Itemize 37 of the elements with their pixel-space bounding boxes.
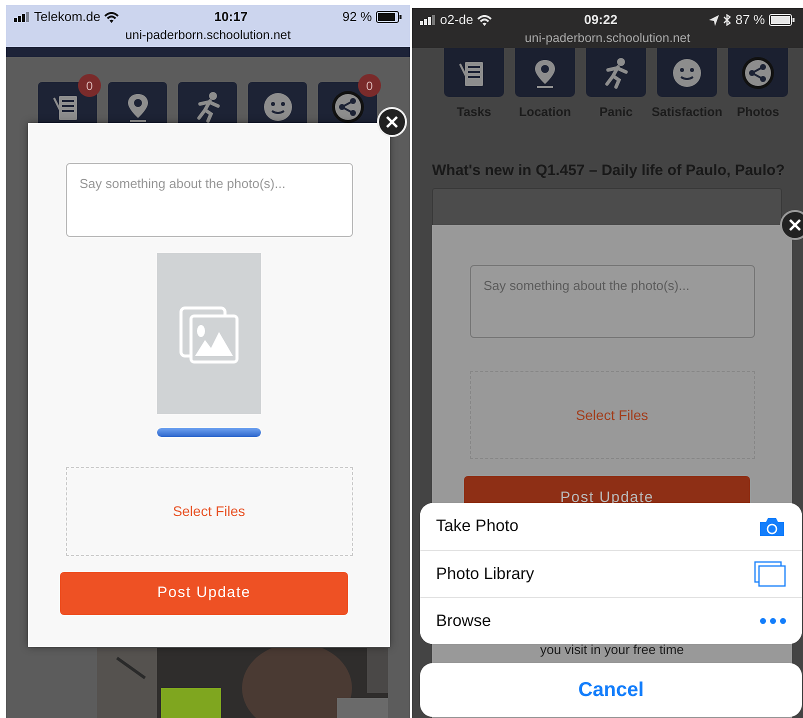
app-tile[interactable] <box>657 48 717 97</box>
stacked-squares-icon <box>754 561 786 587</box>
camera-icon <box>758 516 786 536</box>
carrier-name: o2-de <box>440 11 474 30</box>
app-tile[interactable] <box>444 48 504 97</box>
close-button[interactable] <box>780 210 803 240</box>
carrier-name: Telekom.de <box>34 8 100 26</box>
battery-icon <box>768 14 795 26</box>
battery-icon <box>376 11 402 23</box>
app-tile[interactable] <box>586 48 646 97</box>
close-icon <box>789 219 801 231</box>
signal-icon <box>420 15 436 25</box>
action-option[interactable]: Browse <box>420 597 802 644</box>
share-icon <box>741 56 775 90</box>
signal-icon <box>14 12 30 22</box>
clock-time: 09:22 <box>584 11 618 30</box>
count-badge: 0 <box>78 74 101 97</box>
wifi-icon <box>104 12 120 22</box>
close-icon <box>386 116 398 128</box>
file-dropzone[interactable]: Select Files <box>470 371 754 459</box>
app-tile[interactable] <box>515 48 575 97</box>
app-tile[interactable] <box>728 48 788 97</box>
url-text: uni-paderborn.schoolution.net <box>524 30 692 46</box>
url-text: uni-paderborn.schoolution.net <box>124 27 292 43</box>
count-badge: 0 <box>358 74 381 97</box>
battery-percent: 87 % <box>735 11 765 30</box>
clock-time: 10:17 <box>214 8 248 26</box>
cancel-button[interactable]: Cancel <box>420 663 802 717</box>
caption-field[interactable]: Say something about the photo(s)... <box>66 163 352 237</box>
caption-field[interactable]: Say something about the photo(s)... <box>470 265 754 338</box>
more-dots-icon <box>760 618 786 624</box>
battery-percent: 92 % <box>342 8 372 26</box>
share-icon <box>330 90 364 124</box>
post-update-button[interactable]: Post Update <box>60 572 348 615</box>
body-text: you visit in your free time <box>539 642 685 658</box>
wifi-icon <box>477 14 492 26</box>
file-dropzone[interactable]: Select Files <box>66 467 352 556</box>
